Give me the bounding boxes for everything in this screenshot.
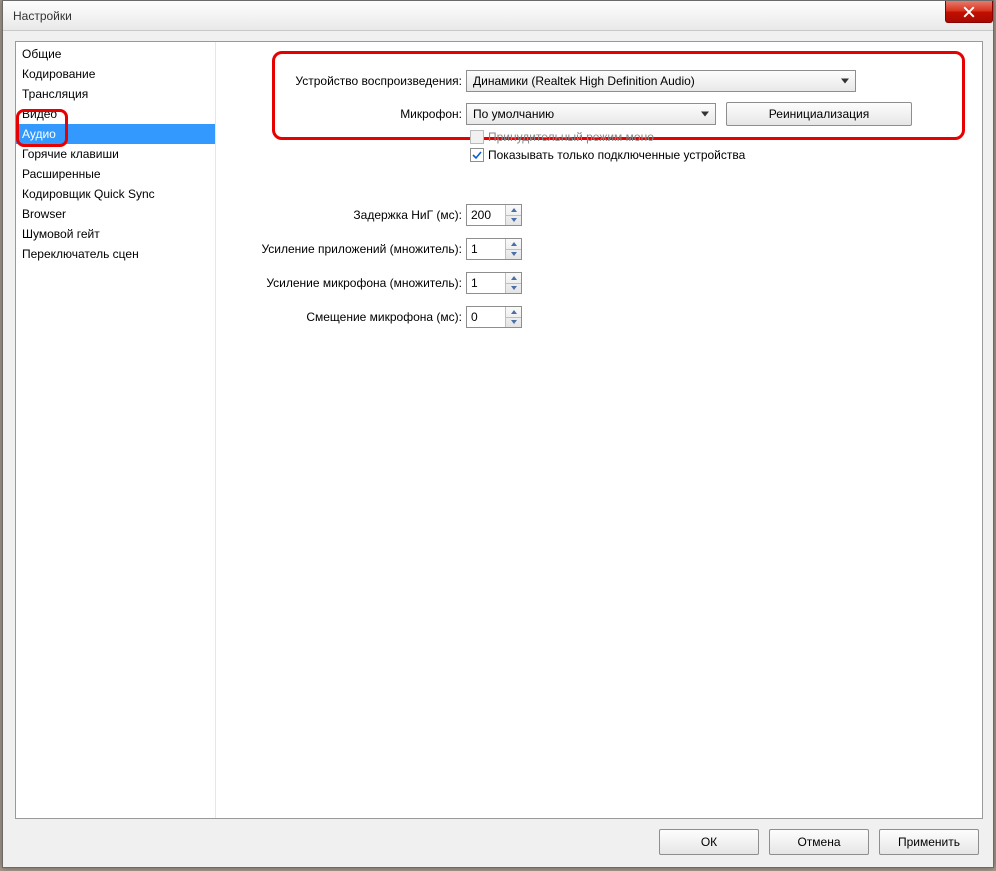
force-mono-label: Принудительный режим моно [488, 130, 654, 144]
window-title: Настройки [13, 9, 72, 23]
sidebar-item-noisegate[interactable]: Шумовой гейт [16, 224, 215, 244]
form-area: Устройство воспроизведения: Динамики (Re… [216, 42, 976, 328]
arrow-up-icon[interactable] [506, 205, 521, 216]
spinner-arrows[interactable] [505, 307, 521, 327]
apply-button[interactable]: Применить [879, 829, 979, 855]
mic-combo[interactable]: По умолчанию [466, 103, 716, 125]
arrow-down-icon[interactable] [506, 318, 521, 328]
ok-button[interactable]: ОК [659, 829, 759, 855]
mic-gain-label: Усиление микрофона (множитель): [216, 276, 466, 290]
arrow-down-icon[interactable] [506, 284, 521, 294]
spinner-arrows[interactable] [505, 205, 521, 225]
delay-value: 200 [471, 208, 491, 222]
sidebar-item-broadcast[interactable]: Трансляция [16, 84, 215, 104]
sidebar-item-advanced[interactable]: Расширенные [16, 164, 215, 184]
app-gain-value: 1 [471, 242, 478, 256]
button-bar: ОК Отмена Применить [659, 829, 979, 855]
sidebar-item-encoding[interactable]: Кодирование [16, 64, 215, 84]
content-area: Общие Кодирование Трансляция Видео Аудио… [15, 41, 983, 819]
app-gain-label: Усиление приложений (множитель): [216, 242, 466, 256]
mic-gain-value: 1 [471, 276, 478, 290]
show-connected-label: Показывать только подключенные устройств… [488, 148, 745, 162]
force-mono-checkbox[interactable] [470, 130, 484, 144]
check-icon [472, 150, 482, 160]
sidebar-item-hotkeys[interactable]: Горячие клавиши [16, 144, 215, 164]
sidebar-item-quicksync[interactable]: Кодировщик Quick Sync [16, 184, 215, 204]
chevron-down-icon [841, 79, 849, 84]
delay-spinner[interactable]: 200 [466, 204, 522, 226]
playback-label: Устройство воспроизведения: [216, 74, 466, 88]
mic-value: По умолчанию [473, 107, 554, 121]
sidebar-item-video[interactable]: Видео [16, 104, 215, 124]
settings-window: Настройки Общие Кодирование Трансляция В… [2, 0, 994, 868]
close-button[interactable] [945, 1, 993, 23]
reinit-button[interactable]: Реинициализация [726, 102, 912, 126]
arrow-up-icon[interactable] [506, 239, 521, 250]
app-gain-spinner[interactable]: 1 [466, 238, 522, 260]
delay-label: Задержка НиГ (мс): [216, 208, 466, 222]
mic-offset-spinner[interactable]: 0 [466, 306, 522, 328]
sidebar-item-browser[interactable]: Browser [16, 204, 215, 224]
arrow-up-icon[interactable] [506, 273, 521, 284]
main-panel: Устройство воспроизведения: Динамики (Re… [216, 42, 982, 818]
show-connected-checkbox[interactable] [470, 148, 484, 162]
arrow-down-icon[interactable] [506, 216, 521, 226]
chevron-down-icon [701, 112, 709, 117]
spinner-arrows[interactable] [505, 273, 521, 293]
titlebar: Настройки [3, 1, 993, 31]
sidebar-item-general[interactable]: Общие [16, 44, 215, 64]
cancel-button[interactable]: Отмена [769, 829, 869, 855]
mic-offset-value: 0 [471, 310, 478, 324]
mic-label: Микрофон: [216, 107, 466, 121]
sidebar: Общие Кодирование Трансляция Видео Аудио… [16, 42, 216, 818]
mic-gain-spinner[interactable]: 1 [466, 272, 522, 294]
arrow-down-icon[interactable] [506, 250, 521, 260]
mic-offset-label: Смещение микрофона (мс): [216, 310, 466, 324]
sidebar-item-sceneswitcher[interactable]: Переключатель сцен [16, 244, 215, 264]
playback-value: Динамики (Realtek High Definition Audio) [473, 74, 695, 88]
playback-combo[interactable]: Динамики (Realtek High Definition Audio) [466, 70, 856, 92]
spinner-arrows[interactable] [505, 239, 521, 259]
close-icon [963, 6, 975, 18]
sidebar-item-audio[interactable]: Аудио [16, 124, 215, 144]
arrow-up-icon[interactable] [506, 307, 521, 318]
